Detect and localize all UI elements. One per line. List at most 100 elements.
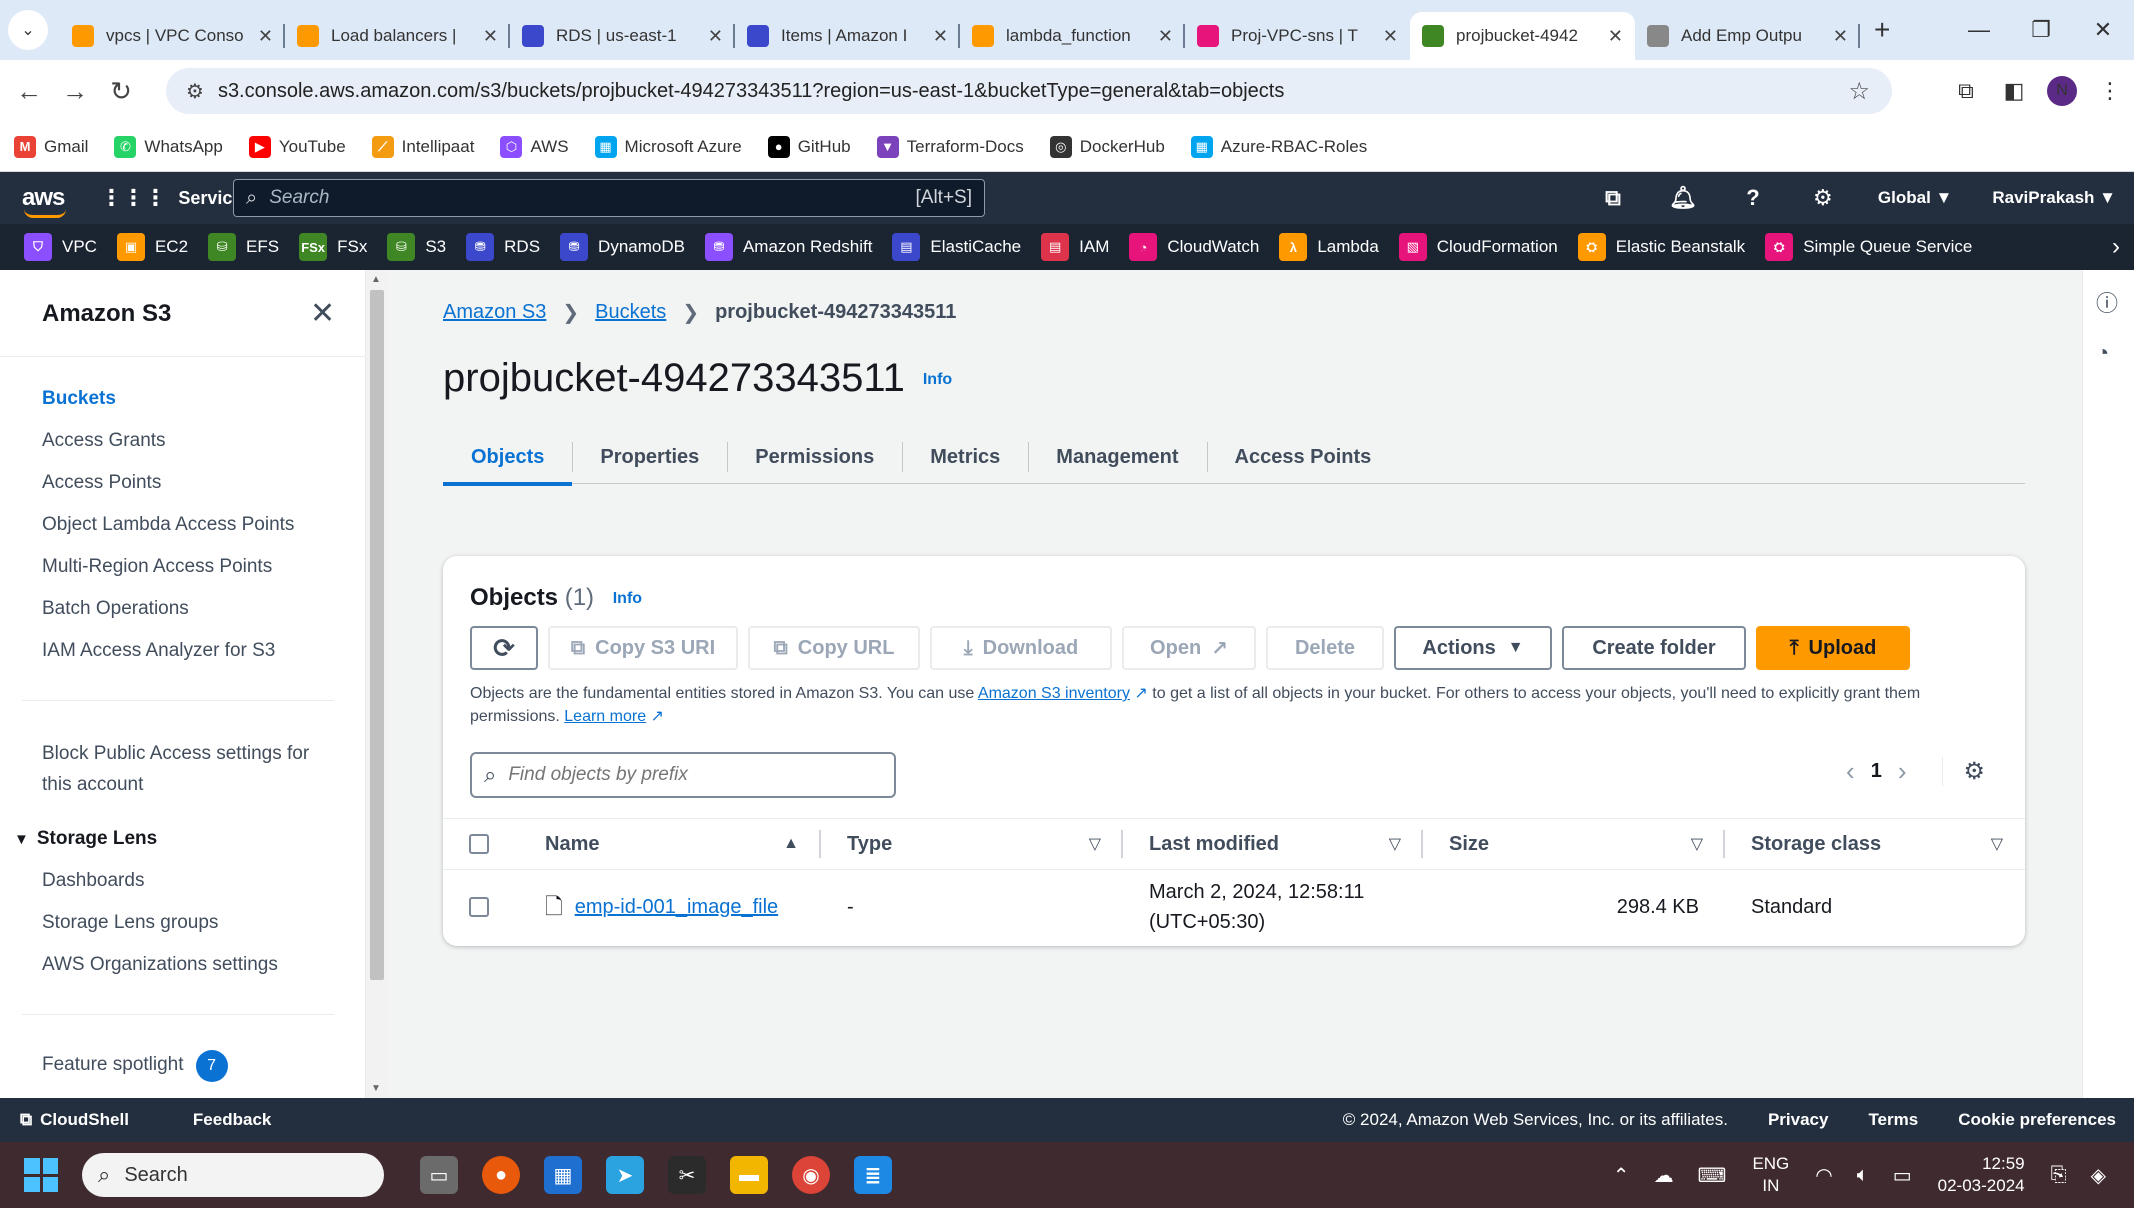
scroll-up-icon[interactable]: ▲ xyxy=(371,274,381,285)
info-panel-icon[interactable]: ⓘ xyxy=(2096,286,2118,318)
restore-icon[interactable]: ❐ xyxy=(2010,17,2072,43)
close-tab-icon[interactable]: ✕ xyxy=(483,26,498,47)
row-checkbox[interactable] xyxy=(469,897,489,917)
taskbar-search[interactable]: ⌕ Search xyxy=(82,1153,384,1197)
create-folder-button[interactable]: Create folder xyxy=(1562,626,1746,670)
menu-kebab-icon[interactable]: ⋮ xyxy=(2086,78,2134,104)
bookmark-item[interactable]: ▶ YouTube xyxy=(248,135,346,158)
browser-tab[interactable]: lambda_function ✕ xyxy=(960,12,1185,60)
breadcrumb-buckets[interactable]: Buckets xyxy=(595,301,666,324)
favorite-service[interactable]: FSx FSx xyxy=(299,233,367,261)
sidebar-scrollbar[interactable]: ▲ ▼ xyxy=(366,270,388,1098)
favorite-service[interactable]: ⛃ RDS xyxy=(466,233,540,261)
terms-link[interactable]: Terms xyxy=(1868,1110,1918,1130)
close-tab-icon[interactable]: ✕ xyxy=(258,26,273,47)
upload-button[interactable]: ⤒ Upload xyxy=(1756,626,1910,670)
sidebar-section-storage-lens[interactable]: ▼ Storage Lens xyxy=(14,828,157,850)
sidebar-item-batch-operations[interactable]: Batch Operations xyxy=(42,598,189,620)
scroll-down-icon[interactable]: ▼ xyxy=(371,1083,381,1094)
find-objects-input[interactable]: ⌕ xyxy=(470,752,896,798)
favorite-service[interactable]: ⛃ Amazon Redshift xyxy=(704,233,872,261)
sidebar-item-object-lambda-access-points[interactable]: Object Lambda Access Points xyxy=(42,514,294,536)
favorite-service[interactable]: λ Lambda xyxy=(1279,233,1379,261)
help-panel-icon[interactable]: ◔ xyxy=(2096,340,2109,366)
scrollbar-thumb[interactable] xyxy=(370,290,384,980)
favorite-service[interactable]: ▤ ElastiCache xyxy=(892,233,1021,261)
minimize-icon[interactable]: — xyxy=(1948,17,2010,43)
bookmark-item[interactable]: ⬡ AWS xyxy=(500,135,569,158)
current-page[interactable]: 1 xyxy=(1871,760,1882,783)
browser-tab[interactable]: RDS | us-east-1 ✕ xyxy=(510,12,735,60)
tab-access-points[interactable]: Access Points xyxy=(1206,430,1400,484)
cloudshell-button[interactable]: ⧉ CloudShell xyxy=(20,1110,161,1130)
column-size[interactable]: Size ▽ xyxy=(1423,818,1725,870)
tab-management[interactable]: Management xyxy=(1028,430,1206,484)
sidebar-item-storage-lens-groups[interactable]: Storage Lens groups xyxy=(42,912,218,934)
sidebar-item-access-points[interactable]: Access Points xyxy=(42,472,161,494)
notifications-icon[interactable]: ⎘ xyxy=(2051,1164,2067,1187)
favorite-service[interactable]: ▣ EC2 xyxy=(116,233,188,261)
object-name-link[interactable]: emp-id-001_image_file xyxy=(575,892,778,922)
tab-metrics[interactable]: Metrics xyxy=(902,430,1028,484)
bookmark-item[interactable]: ⟋ Intellipaat xyxy=(371,135,474,158)
favorite-service[interactable]: ▧ CloudFormation xyxy=(1398,233,1558,261)
browser-tab[interactable]: Items | Amazon I ✕ xyxy=(735,12,960,60)
aws-logo[interactable]: aws xyxy=(22,184,67,218)
column-name[interactable]: Name ▲ xyxy=(519,818,821,870)
column-type[interactable]: Type ▽ xyxy=(821,818,1123,870)
region-selector[interactable]: Global ▼ xyxy=(1878,188,1952,208)
find-objects-field[interactable] xyxy=(508,764,869,786)
services-menu-button[interactable]: ⋮⋮⋮ Services xyxy=(100,185,252,211)
snipping-tool-icon[interactable]: ✂ xyxy=(668,1156,706,1194)
browser-tab[interactable]: projbucket-4942 ✕ xyxy=(1410,12,1635,60)
actions-dropdown-button[interactable]: Actions ▼ xyxy=(1394,626,1552,670)
sort-icon[interactable]: ▽ xyxy=(1389,834,1401,854)
privacy-link[interactable]: Privacy xyxy=(1768,1110,1829,1130)
s3-inventory-link[interactable]: Amazon S3 inventory xyxy=(978,685,1130,702)
extensions-icon[interactable]: ⧉ xyxy=(1942,78,1990,104)
language-indicator[interactable]: ENG IN xyxy=(1752,1153,1789,1197)
wifi-icon[interactable]: ◠ xyxy=(1815,1163,1832,1188)
tab-permissions[interactable]: Permissions xyxy=(727,430,902,484)
bookmark-item[interactable]: ◎ DockerHub xyxy=(1049,135,1165,158)
chevron-right-icon[interactable]: › xyxy=(2112,233,2120,261)
clock[interactable]: 12:59 02-03-2024 xyxy=(1938,1153,2025,1197)
favorite-service[interactable]: ⛁ EFS xyxy=(208,233,279,261)
select-all-checkbox[interactable] xyxy=(469,834,489,854)
tab-properties[interactable]: Properties xyxy=(572,430,727,484)
account-menu[interactable]: RaviPrakash ▼ xyxy=(1992,188,2116,208)
download-button[interactable]: ⤓ Download xyxy=(930,626,1112,670)
browser-tab[interactable]: Add Emp Outpu ✕ xyxy=(1635,12,1860,60)
refresh-button[interactable]: ⟳ xyxy=(470,626,538,670)
favorite-service[interactable]: ▤ IAM xyxy=(1041,233,1109,261)
bookmark-item[interactable]: ✆ WhatsApp xyxy=(114,135,223,158)
volume-icon[interactable]: 🔈︎ xyxy=(1857,1164,1869,1187)
next-page-icon[interactable]: › xyxy=(1898,756,1907,787)
learn-more-link[interactable]: Learn more xyxy=(564,708,646,725)
copilot-icon[interactable]: ◈ xyxy=(2091,1163,2106,1188)
cookie-preferences-link[interactable]: Cookie preferences xyxy=(1958,1110,2116,1130)
file-explorer-icon[interactable]: ▬ xyxy=(730,1156,768,1194)
browser-tab[interactable]: vpcs | VPC Conso ✕ xyxy=(60,12,285,60)
tab-objects[interactable]: Objects xyxy=(443,430,573,486)
sort-icon[interactable]: ▽ xyxy=(1691,834,1703,854)
url-text[interactable]: s3.console.aws.amazon.com/s3/buckets/pro… xyxy=(218,80,1284,103)
bookmark-item[interactable]: ▼ Terraform-Docs xyxy=(876,135,1024,158)
prev-page-icon[interactable]: ‹ xyxy=(1846,756,1855,787)
bookmark-item[interactable]: ▦ Microsoft Azure xyxy=(594,135,742,158)
sidebar-item-access-grants[interactable]: Access Grants xyxy=(42,430,166,452)
favorite-service[interactable]: ⛁ S3 xyxy=(387,233,446,261)
sidebar-item-feature-spotlight[interactable]: Feature spotlight 7 xyxy=(42,1050,228,1082)
favorite-service[interactable]: ◔ CloudWatch xyxy=(1129,233,1259,261)
close-tab-icon[interactable]: ✕ xyxy=(1158,26,1173,47)
bookmark-item[interactable]: M Gmail xyxy=(14,135,88,158)
favorite-service[interactable]: ⛉ VPC xyxy=(24,233,97,261)
notepad-icon[interactable]: ≣ xyxy=(854,1156,892,1194)
aws-search-input[interactable]: ⌕ Search [Alt+S] xyxy=(233,179,985,217)
open-button[interactable]: Open ↗ xyxy=(1122,626,1256,670)
chrome-icon[interactable]: ◉ xyxy=(792,1156,830,1194)
sort-icon[interactable]: ▽ xyxy=(1089,834,1101,854)
copy-s3-uri-button[interactable]: ⧉ Copy S3 URI xyxy=(548,626,738,670)
browser-tab[interactable]: Load balancers | ✕ xyxy=(285,12,510,60)
favorite-service[interactable]: ⛭ Simple Queue Service xyxy=(1765,233,1972,261)
